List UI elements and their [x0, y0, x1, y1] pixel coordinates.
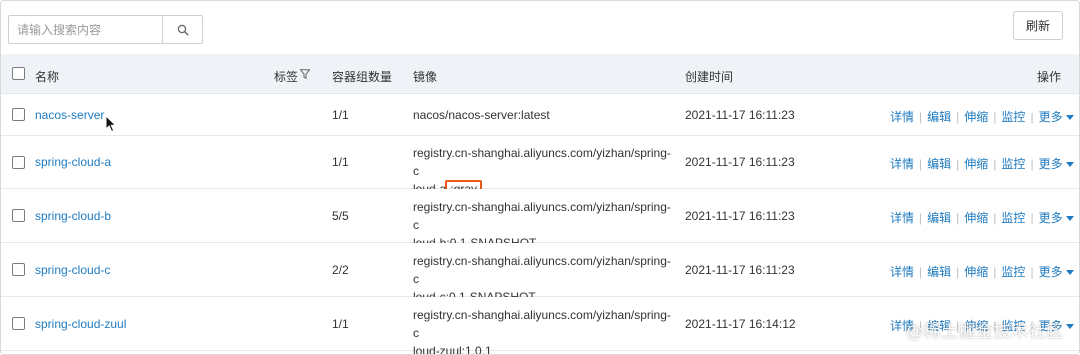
image-line-1: registry.cn-shanghai.aliyuncs.com/yizhan…: [413, 254, 671, 286]
more-dropdown[interactable]: 更多: [1039, 108, 1074, 125]
image-line-1: registry.cn-shanghai.aliyuncs.com/yizhan…: [413, 308, 671, 340]
search-icon: [177, 24, 189, 36]
chevron-down-icon: [1065, 115, 1074, 121]
row-checkbox[interactable]: [12, 108, 25, 121]
pod-count: 2/2: [332, 263, 349, 277]
watermark: @稀土掘金技术社区: [906, 322, 1064, 342]
row-checkbox[interactable]: [12, 209, 25, 222]
image-text: nacos/nacos-server:latest: [413, 108, 550, 122]
action-separator: |: [919, 156, 923, 171]
scale-link[interactable]: 伸缩: [964, 155, 988, 172]
deployment-name-link[interactable]: spring-cloud-zuul: [35, 317, 126, 331]
pod-count: 1/1: [332, 155, 349, 169]
row-checkbox[interactable]: [12, 156, 25, 169]
scale-link[interactable]: 伸缩: [964, 263, 988, 280]
row-checkbox[interactable]: [12, 263, 25, 276]
image-line-1: registry.cn-shanghai.aliyuncs.com/yizhan…: [413, 200, 671, 232]
created-time: 2021-11-17 16:11:23: [685, 108, 795, 122]
chevron-down-icon: [1065, 324, 1074, 330]
deployment-name-link[interactable]: spring-cloud-a: [35, 155, 111, 169]
filter-icon[interactable]: [300, 69, 310, 79]
action-separator: |: [993, 109, 997, 124]
refresh-button[interactable]: 刷新: [1013, 11, 1063, 40]
header-actions: 操作: [1037, 70, 1062, 84]
pod-count: 1/1: [332, 317, 349, 331]
table-header: 名称 标签 容器组数量 镜像 创建时间 操作: [1, 54, 1079, 94]
row-actions: 详情 | 编辑 | 伸缩 | 监控 | 更多: [890, 209, 1074, 226]
deployment-name-link[interactable]: spring-cloud-c: [35, 263, 110, 277]
select-all-checkbox[interactable]: [12, 67, 25, 80]
monitor-link[interactable]: 监控: [1001, 155, 1025, 172]
image-text: registry.cn-shanghai.aliyuncs.com/yizhan…: [413, 306, 675, 355]
more-label: 更多: [1038, 157, 1063, 171]
table-row: spring-cloud-b 5/5 registry.cn-shanghai.…: [1, 189, 1079, 250]
row-checkbox[interactable]: [12, 317, 25, 330]
deployment-name-link[interactable]: nacos-server: [35, 108, 104, 122]
scale-link[interactable]: 伸缩: [964, 209, 988, 226]
chevron-down-icon: [1065, 270, 1074, 276]
action-separator: |: [993, 210, 997, 225]
action-separator: |: [1030, 264, 1034, 279]
action-separator: |: [919, 109, 923, 124]
action-separator: |: [956, 156, 960, 171]
details-link[interactable]: 详情: [890, 209, 914, 226]
header-tag: 标签: [274, 70, 299, 84]
more-label: 更多: [1038, 110, 1063, 124]
monitor-link[interactable]: 监控: [1001, 209, 1025, 226]
created-time: 2021-11-17 16:11:23: [685, 263, 795, 277]
more-dropdown[interactable]: 更多: [1039, 209, 1074, 226]
row-actions: 详情 | 编辑 | 伸缩 | 监控 | 更多: [890, 155, 1074, 172]
search-button[interactable]: [162, 15, 203, 44]
row-actions: 详情 | 编辑 | 伸缩 | 监控 | 更多: [890, 108, 1074, 125]
more-dropdown[interactable]: 更多: [1039, 155, 1074, 172]
table-row: nacos-server 1/1 nacos/nacos-server:late…: [1, 95, 1079, 136]
action-separator: |: [919, 264, 923, 279]
edit-link[interactable]: 编辑: [927, 108, 951, 125]
more-label: 更多: [1038, 211, 1063, 225]
header-image: 镜像: [413, 70, 438, 84]
row-actions: 详情 | 编辑 | 伸缩 | 监控 | 更多: [890, 263, 1074, 280]
image-line-2: loud-zuul:1.0.1: [413, 344, 492, 355]
monitor-link[interactable]: 监控: [1001, 108, 1025, 125]
chevron-down-icon: [1065, 162, 1074, 168]
action-separator: |: [1030, 210, 1034, 225]
deployment-name-link[interactable]: spring-cloud-b: [35, 209, 111, 223]
details-link[interactable]: 详情: [890, 263, 914, 280]
header-pod-count: 容器组数量: [332, 70, 393, 84]
edit-link[interactable]: 编辑: [927, 209, 951, 226]
action-separator: |: [919, 210, 923, 225]
header-name: 名称: [35, 70, 60, 84]
table-row: spring-cloud-a 1/1 registry.cn-shanghai.…: [1, 136, 1079, 198]
pod-count: 5/5: [332, 209, 349, 223]
deployment-list-panel: 刷新 名称 标签 容器组数量 镜像 创建时间 操作 nacos-server 1…: [0, 0, 1080, 355]
monitor-link[interactable]: 监控: [1001, 263, 1025, 280]
image-line-1: registry.cn-shanghai.aliyuncs.com/yizhan…: [413, 146, 671, 178]
scale-link[interactable]: 伸缩: [964, 108, 988, 125]
details-link[interactable]: 详情: [890, 155, 914, 172]
created-time: 2021-11-17 16:14:12: [685, 317, 796, 331]
edit-link[interactable]: 编辑: [927, 155, 951, 172]
edit-link[interactable]: 编辑: [927, 263, 951, 280]
created-time: 2021-11-17 16:11:23: [685, 155, 795, 169]
search-input[interactable]: [8, 15, 163, 44]
details-link[interactable]: 详情: [890, 108, 914, 125]
action-separator: |: [956, 210, 960, 225]
created-time: 2021-11-17 16:11:23: [685, 209, 795, 223]
more-dropdown[interactable]: 更多: [1039, 263, 1074, 280]
pod-count: 1/1: [332, 108, 349, 122]
action-separator: |: [1030, 109, 1034, 124]
chevron-down-icon: [1065, 216, 1074, 222]
table-row: spring-cloud-c 2/2 registry.cn-shanghai.…: [1, 243, 1079, 304]
header-created: 创建时间: [685, 70, 734, 84]
action-separator: |: [956, 109, 960, 124]
action-separator: |: [993, 156, 997, 171]
action-separator: |: [1030, 156, 1034, 171]
action-separator: |: [956, 264, 960, 279]
mouse-cursor-icon: [105, 115, 117, 133]
action-separator: |: [993, 264, 997, 279]
more-label: 更多: [1038, 265, 1063, 279]
